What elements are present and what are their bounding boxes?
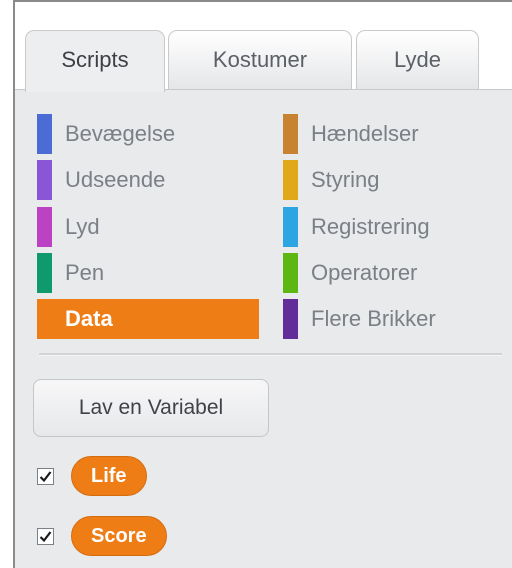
category-motion[interactable]: Bevægelse (37, 114, 277, 154)
category-label: Pen (65, 260, 105, 285)
category-looks[interactable]: Udseende (37, 160, 277, 200)
category-control[interactable]: Styring (283, 160, 498, 200)
category-sound[interactable]: Lyd (37, 207, 277, 247)
category-label: Hændelser (311, 121, 419, 146)
variable-show-checkbox[interactable] (37, 468, 54, 485)
category-label: Styring (311, 167, 380, 192)
tab-costumes[interactable]: Kostumer (168, 30, 352, 91)
category-color-swatch (37, 160, 52, 200)
palette-panel: Bevægelse Udseende Lyd Pen Data Hændelse… (15, 89, 512, 568)
category-color-swatch (283, 114, 298, 154)
category-color-swatch (283, 253, 298, 293)
category-label: Lyd (65, 214, 100, 239)
tab-scripts[interactable]: Scripts (25, 30, 165, 92)
checkmark-icon (39, 531, 52, 543)
category-color-swatch (283, 299, 298, 339)
category-sensing[interactable]: Registrering (283, 207, 498, 247)
variable-show-checkbox[interactable] (37, 528, 54, 545)
category-operators[interactable]: Operatorer (283, 253, 498, 293)
category-color-swatch (37, 114, 52, 154)
category-color-swatch (283, 207, 298, 247)
category-pen[interactable]: Pen (37, 253, 277, 293)
section-divider (39, 353, 502, 356)
variable-reporter-block[interactable]: Score (71, 516, 167, 556)
category-label: Data (65, 306, 113, 331)
scratch-block-palette: Scripts Kostumer Lyde Bevægelse Udseende… (0, 0, 512, 568)
category-color-swatch (37, 253, 52, 293)
checkmark-icon (39, 471, 52, 483)
tab-sounds[interactable]: Lyde (356, 30, 479, 91)
category-color-swatch (283, 160, 298, 200)
tab-bar: Scripts Kostumer Lyde (15, 2, 512, 92)
category-label: Udseende (65, 167, 166, 192)
category-data[interactable]: Data (37, 299, 259, 339)
category-label: Flere Brikker (311, 306, 436, 331)
category-color-swatch (37, 207, 52, 247)
make-variable-button[interactable]: Lav en Variabel (33, 379, 269, 437)
variable-reporter-block[interactable]: Life (71, 456, 147, 496)
category-more-blocks[interactable]: Flere Brikker (283, 299, 498, 339)
category-label: Bevægelse (65, 121, 176, 146)
category-label: Operatorer (311, 260, 418, 285)
category-label: Registrering (311, 214, 430, 239)
category-events[interactable]: Hændelser (283, 114, 498, 154)
